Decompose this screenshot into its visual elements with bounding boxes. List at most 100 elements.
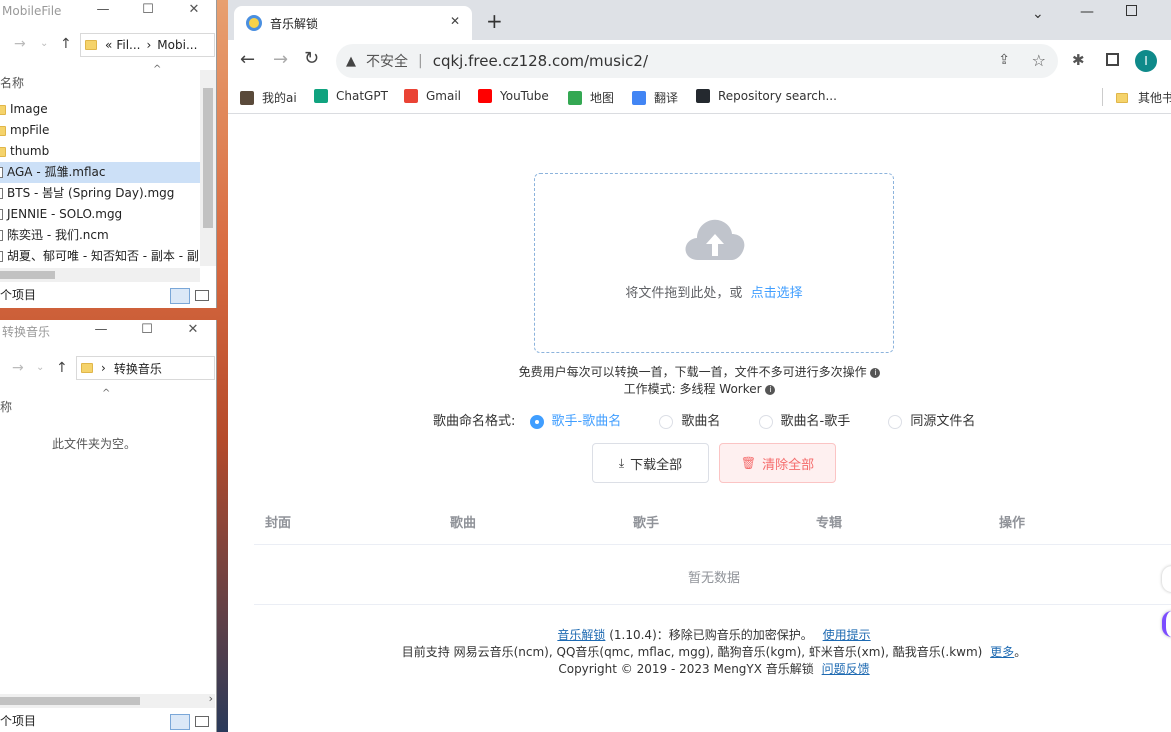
list-item[interactable]: 陈奕迅 - 我们.ncm [0,225,200,246]
maximize-icon[interactable]: ☐ [124,320,170,342]
window-titlebar[interactable]: MobileFile — ☐ ✕ [0,0,216,22]
vertical-scrollbar[interactable] [200,70,216,266]
list-item[interactable]: mpFile [0,120,200,141]
column-artist: 歌手 [633,516,660,531]
list-item[interactable]: Image [0,99,200,120]
large-icons-view-icon[interactable] [195,290,209,301]
back-icon[interactable]: ← [240,49,255,70]
browser-window: 音乐解锁 ✕ + ⌄ — ← → ↻ ▲ 不安全 | cqkj.free.cz1… [228,0,1171,732]
upload-hint-text: 将文件拖到此处，或 [625,286,743,301]
column-album: 专辑 [816,516,843,531]
details-view-icon[interactable] [170,714,190,730]
side-panel-icon[interactable] [1106,53,1119,66]
history-dropdown-icon[interactable]: ⌄ [36,362,44,373]
up-arrow-icon[interactable]: ↑ [56,360,68,376]
format-option[interactable]: 同源文件名 [888,414,975,429]
bookmark-item[interactable]: Gmail [404,89,461,103]
bookmark-star-icon[interactable]: ☆ [1032,51,1046,70]
up-arrow-icon[interactable]: ↑ [60,36,72,52]
history-dropdown-icon[interactable]: ⌄ [40,38,48,49]
list-item[interactable]: BTS - 봄날 (Spring Day).mgg [0,183,200,204]
tab-music-unlock[interactable]: 音乐解锁 ✕ [234,6,472,40]
security-label[interactable]: 不安全 [366,51,408,71]
window-titlebar[interactable]: 转换音乐 — ☐ ✕ [0,320,216,342]
close-icon[interactable]: ✕ [171,0,216,22]
list-item[interactable]: thumb [0,141,200,162]
new-tab-icon[interactable]: + [486,9,503,33]
info-icon[interactable]: i [765,384,776,395]
app-link[interactable]: 音乐解锁 [557,628,605,642]
translate-icon [632,90,646,105]
list-item-label: Image [10,102,48,116]
list-item-label: mpFile [10,123,50,137]
download-icon: ⤓ [618,455,625,470]
download-all-button[interactable]: ⤓ 下载全部 [592,443,709,483]
feedback-link[interactable]: 问题反馈 [822,662,870,676]
minimize-icon[interactable]: — [78,320,124,342]
forward-arrow-icon[interactable]: → [14,36,26,52]
large-icons-view-icon[interactable] [195,716,209,727]
gmail-icon [404,89,418,103]
share-icon[interactable]: ⇪ [998,52,1010,68]
radio-selected-icon [529,414,544,429]
floating-button[interactable] [1162,611,1171,637]
address-bar[interactable]: « Fil... › Mobi... [80,33,215,57]
bookmark-item[interactable]: ChatGPT [314,89,388,103]
tab-close-icon[interactable]: ✕ [450,14,460,28]
horizontal-scrollbar[interactable] [0,268,200,282]
list-item[interactable]: AGA - 孤雏.mflac [0,162,200,183]
sort-chevron-icon: ^ [102,388,111,399]
format-option[interactable]: 歌曲名-歌手 [758,414,885,429]
select-file-link[interactable]: 点击选择 [751,286,803,301]
bookmark-label: 我的ai [262,91,297,105]
tab-search-icon[interactable]: ⌄ [1032,6,1044,22]
reload-icon[interactable]: ↻ [304,48,319,69]
column-song: 歌曲 [450,516,477,531]
format-option[interactable]: 歌曲名 [659,414,754,429]
format-option[interactable]: 歌手-歌曲名 [529,414,656,429]
forward-arrow-icon[interactable]: → [12,360,24,376]
warning-icon[interactable]: ▲ [346,54,356,69]
clear-all-button[interactable]: 🗑 清除全部 [719,443,836,483]
breadcrumb-item[interactable]: Fil... [116,38,140,52]
explorer-window-converted: 转换音乐 — ☐ ✕ → ⌄ ↑ › 转换音乐 ^ 称 此文件夹为空。 › 个项… [0,320,217,732]
minimize-icon[interactable]: — [80,0,126,22]
upload-dropzone[interactable]: 将文件拖到此处，或 点击选择 [534,173,894,353]
bookmark-item[interactable]: Repository search... [696,89,837,103]
list-item[interactable]: 胡夏、郁可唯 - 知否知否 - 副本 - 副 [0,246,200,267]
more-link[interactable]: 更多 [990,645,1014,659]
horizontal-scrollbar[interactable]: › [0,692,215,708]
details-view-icon[interactable] [170,288,190,304]
url-text[interactable]: cqkj.free.cz128.com/music2/ [433,52,648,70]
column-actions: 操作 [999,516,1026,531]
profile-avatar[interactable]: I [1135,50,1157,72]
bookmark-item[interactable]: 我的ai [240,89,297,106]
breadcrumb-overflow[interactable]: « [105,38,112,52]
bookmark-item[interactable]: 地图 [568,89,614,106]
breadcrumb-item[interactable]: 转换音乐 [114,360,162,377]
breadcrumb-item[interactable]: Mobi... [157,38,197,52]
column-header-name[interactable]: 名称 [0,74,24,91]
omnibox[interactable]: ▲ 不安全 | cqkj.free.cz128.com/music2/ ⇪ ☆ [336,44,1058,78]
bookmark-item[interactable]: YouTube [478,89,549,103]
floating-button[interactable] [1162,566,1171,592]
sort-chevron-icon: ^ [153,64,162,75]
list-item[interactable]: JENNIE - SOLO.mgg [0,204,200,225]
other-bookmarks[interactable]: 其他书 [1116,89,1171,106]
radio-icon [659,414,674,429]
maximize-icon[interactable]: ☐ [125,0,171,22]
cloud-upload-icon [685,219,745,260]
browser-toolbar: ← → ↻ ▲ 不安全 | cqkj.free.cz128.com/music2… [228,40,1171,82]
breadcrumb-separator: › [101,361,106,375]
close-icon[interactable]: ✕ [170,320,216,342]
extensions-icon[interactable]: ✱ [1072,51,1085,69]
tips-link[interactable]: 使用提示 [823,628,871,642]
column-header-name[interactable]: 称 [0,398,12,415]
address-bar[interactable]: › 转换音乐 [76,356,215,380]
maximize-icon[interactable] [1126,5,1137,16]
bookmark-item[interactable]: 翻译 [632,89,678,106]
breadcrumb-separator: › [146,38,152,52]
info-icon[interactable]: i [870,367,881,378]
minimize-icon[interactable]: — [1080,4,1094,20]
forward-icon[interactable]: → [273,49,288,70]
